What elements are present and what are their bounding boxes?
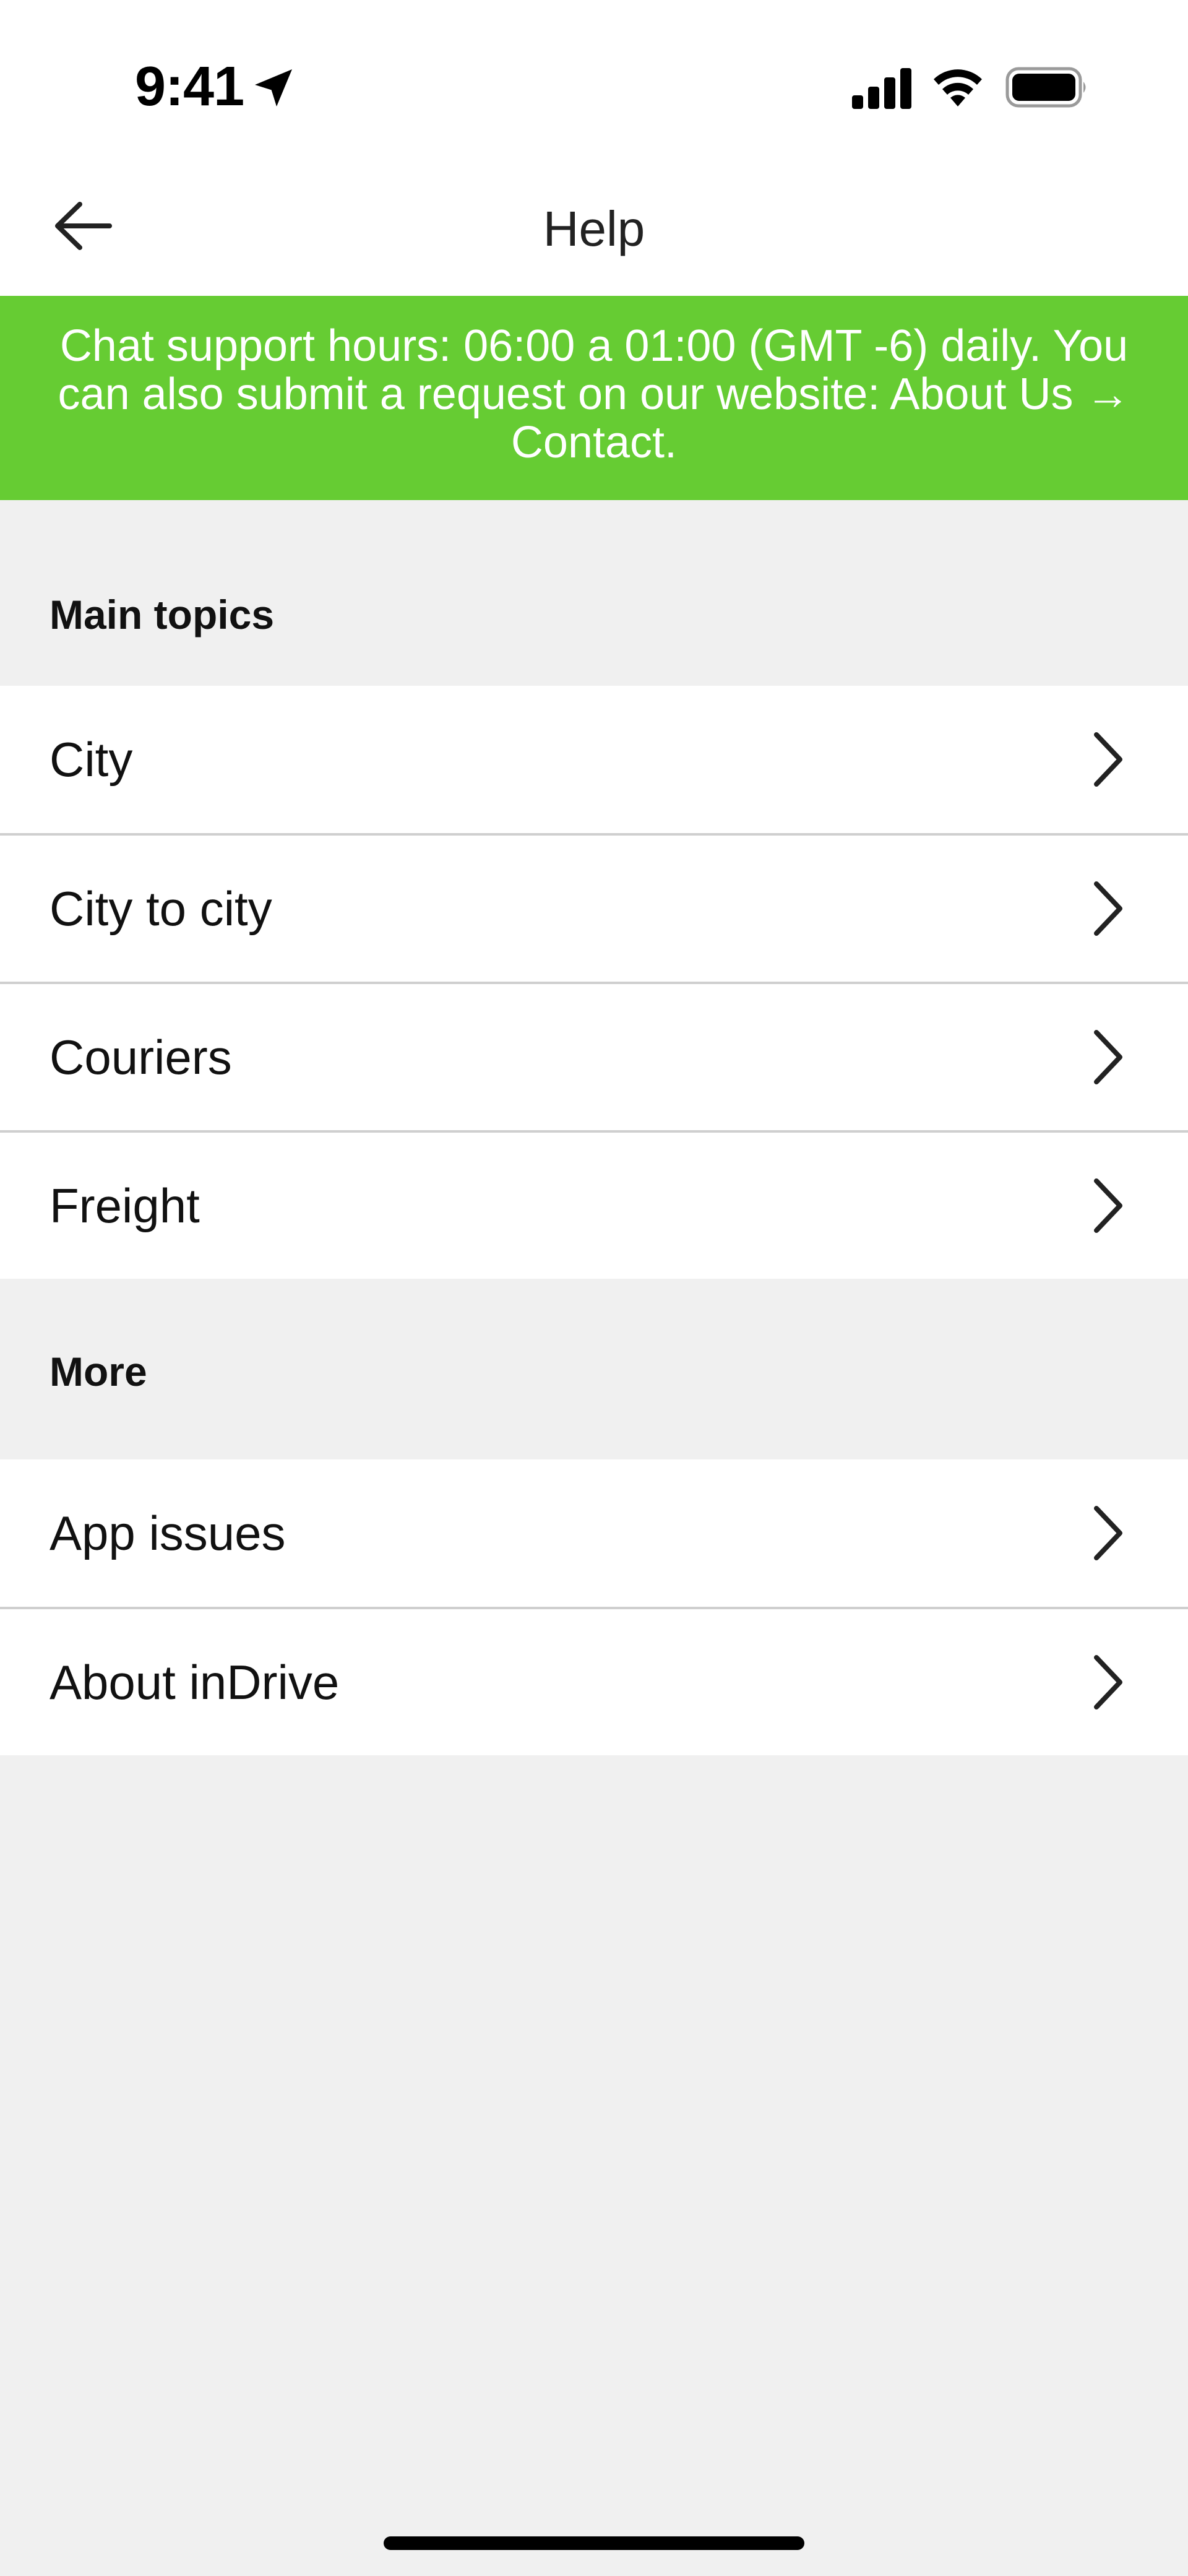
list-item-couriers[interactable]: Couriers xyxy=(0,982,1188,1130)
section-header-more: More xyxy=(0,1279,1188,1459)
wifi-icon xyxy=(934,69,982,106)
list-item-label: City to city xyxy=(50,881,272,936)
list-item-freight[interactable]: Freight xyxy=(0,1130,1188,1279)
chevron-right-icon xyxy=(1094,732,1122,787)
list-item-city-to-city[interactable]: City to city xyxy=(0,833,1188,982)
chevron-right-icon xyxy=(1094,1030,1122,1084)
chevron-right-icon xyxy=(1094,1506,1122,1560)
list-item-app-issues[interactable]: App issues xyxy=(0,1459,1188,1607)
cellular-signal-icon xyxy=(852,68,911,109)
support-hours-banner: Chat support hours: 06:00 a 01:00 (GMT -… xyxy=(0,296,1188,500)
list-item-label: About inDrive xyxy=(50,1654,340,1709)
page-title: Help xyxy=(543,201,645,256)
nav-header: Help xyxy=(0,155,1188,296)
chevron-right-icon xyxy=(1094,1655,1122,1709)
home-indicator[interactable] xyxy=(384,2536,804,2550)
list-item-city[interactable]: City xyxy=(0,686,1188,833)
chevron-right-icon xyxy=(1094,881,1122,936)
list-item-label: App issues xyxy=(50,1505,286,1560)
list-item-label: City xyxy=(50,732,133,787)
chevron-right-icon xyxy=(1094,1178,1122,1233)
more-list: App issues About inDrive xyxy=(0,1459,1188,1755)
status-time: 9:41 xyxy=(135,56,244,118)
location-arrow-icon xyxy=(255,69,292,106)
status-bar: 9:41 xyxy=(0,0,1188,155)
list-item-label: Couriers xyxy=(50,1029,232,1084)
main-topics-list: City City to city Couriers Freight xyxy=(0,686,1188,1279)
list-item-label: Freight xyxy=(50,1178,200,1233)
section-header-main-topics: Main topics xyxy=(0,500,1188,686)
battery-icon xyxy=(1005,67,1086,108)
list-item-about-indrive[interactable]: About inDrive xyxy=(0,1607,1188,1755)
